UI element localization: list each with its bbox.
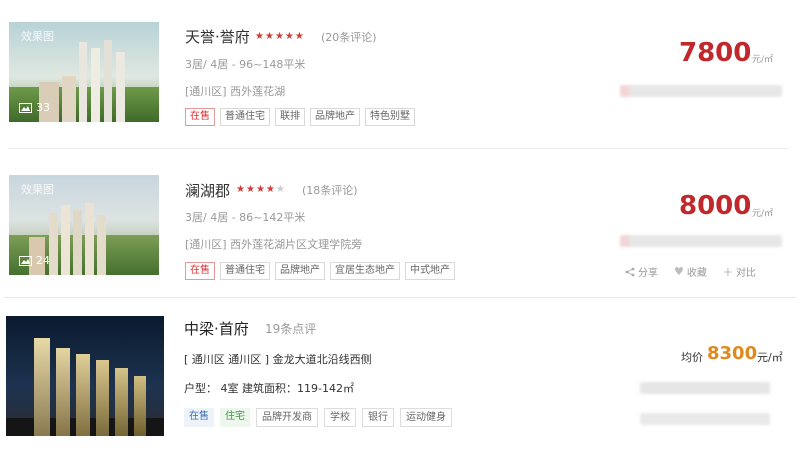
price-label: 均价	[681, 351, 703, 364]
listing-address: [ 通川区 通川区 ] 金龙大道北沿线西侧	[184, 353, 372, 366]
listing-title[interactable]: 中梁·首府	[184, 318, 249, 339]
tag: 品牌开发商	[256, 408, 318, 427]
status-badge: 在售	[184, 408, 214, 427]
listing-spec: 户型： 4室 建筑面积：119-142㎡	[184, 382, 354, 395]
tag: 学校	[324, 408, 356, 427]
review-count[interactable]: 19条点评	[265, 320, 316, 337]
tag: 银行	[362, 408, 394, 427]
redacted-info	[640, 413, 770, 425]
listing-card[interactable]: 中梁·首府 19条点评 [ 通川区 通川区 ] 金龙大道北沿线西侧 户型： 4室…	[0, 0, 800, 453]
tag: 运动健身	[400, 408, 452, 427]
listing-price: 8300	[707, 343, 758, 364]
price-unit: 元/㎡	[757, 351, 783, 364]
listing-photo[interactable]	[6, 316, 164, 436]
type-badge: 住宅	[220, 408, 250, 427]
listing-tags: 在售 住宅 品牌开发商 学校 银行 运动健身	[184, 408, 452, 427]
redacted-phone	[640, 382, 770, 394]
